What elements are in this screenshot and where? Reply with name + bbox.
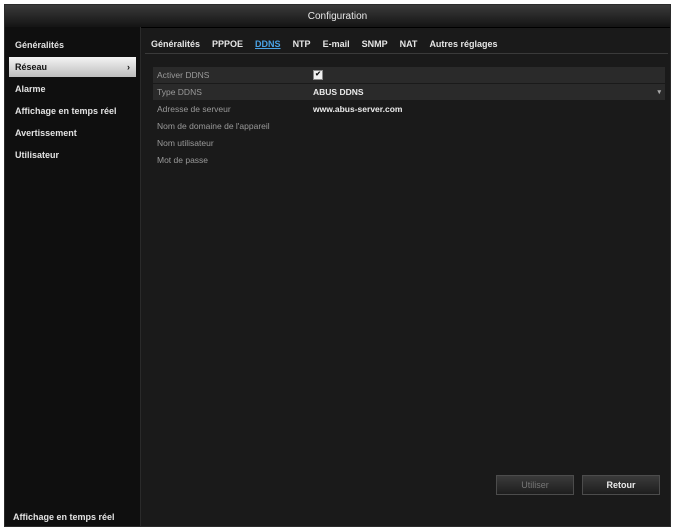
tab-pppoe[interactable]: PPPOE [206,39,249,49]
sidebar-item-label: Généralités [15,40,65,50]
sidebar-item-reseau[interactable]: Réseau › [9,57,136,77]
tab-ntp[interactable]: NTP [287,39,317,49]
sidebar-item-label: Avertissement [15,128,77,138]
sidebar-item-affichage[interactable]: Affichage en temps réel [5,101,140,121]
device-domain-row: Nom de domaine de l'appareil [153,118,665,134]
sidebar-item-label: Alarme [15,84,46,94]
apply-button[interactable]: Utiliser [496,475,574,495]
server-address-field[interactable]: www.abus-server.com [313,104,665,114]
enable-ddns-row: Activer DDNS ✔ [153,67,665,83]
tab-snmp[interactable]: SNMP [356,39,394,49]
sidebar-item-generalites[interactable]: Généralités [5,35,140,55]
tab-generalites[interactable]: Généralités [145,39,206,49]
main-panel: Généralités PPPOE DDNS NTP E-mail SNMP N… [145,35,668,505]
ddns-type-select[interactable]: ABUS DDNS ▾ [313,87,665,97]
tab-ddns[interactable]: DDNS [249,39,287,49]
dropdown-arrow-icon: ▾ [657,89,661,96]
action-buttons: Utiliser Retour [496,475,660,495]
back-button[interactable]: Retour [582,475,660,495]
tab-autres-reglages[interactable]: Autres réglages [423,39,503,49]
config-window: Configuration Généralités Réseau › Alarm… [4,4,671,527]
chevron-right-icon: › [127,62,130,72]
enable-ddns-label: Activer DDNS [157,70,210,80]
username-row: Nom utilisateur [153,135,665,151]
window-title: Configuration [5,5,670,28]
ddns-type-label: Type DDNS [157,87,202,97]
tab-nat[interactable]: NAT [394,39,424,49]
ddns-form: Activer DDNS ✔ Type DDNS ABUS DDNS ▾ Adr… [153,67,665,169]
sidebar-item-utilisateur[interactable]: Utilisateur [5,145,140,165]
password-row: Mot de passe [153,152,665,168]
password-label: Mot de passe [157,155,209,165]
sidebar-item-label: Réseau [15,62,48,72]
sidebar-item-alarme[interactable]: Alarme [5,79,140,99]
sidebar-item-avertissement[interactable]: Avertissement [5,123,140,143]
tab-bar: Généralités PPPOE DDNS NTP E-mail SNMP N… [145,35,668,54]
server-address-label: Adresse de serveur [157,104,231,114]
tab-email[interactable]: E-mail [317,39,356,49]
ddns-type-row: Type DDNS ABUS DDNS ▾ [153,84,665,100]
username-label: Nom utilisateur [157,138,214,148]
server-address-row: Adresse de serveur www.abus-server.com [153,101,665,117]
sidebar-item-label: Affichage en temps réel [15,106,117,116]
device-domain-label: Nom de domaine de l'appareil [157,121,270,131]
ddns-type-value: ABUS DDNS [313,87,364,97]
enable-ddns-checkbox[interactable]: ✔ [313,70,323,80]
sidebar-item-label: Utilisateur [15,150,60,160]
sidebar: Généralités Réseau › Alarme Affichage en… [5,27,141,526]
live-view-button[interactable]: Affichage en temps réel [5,508,140,526]
